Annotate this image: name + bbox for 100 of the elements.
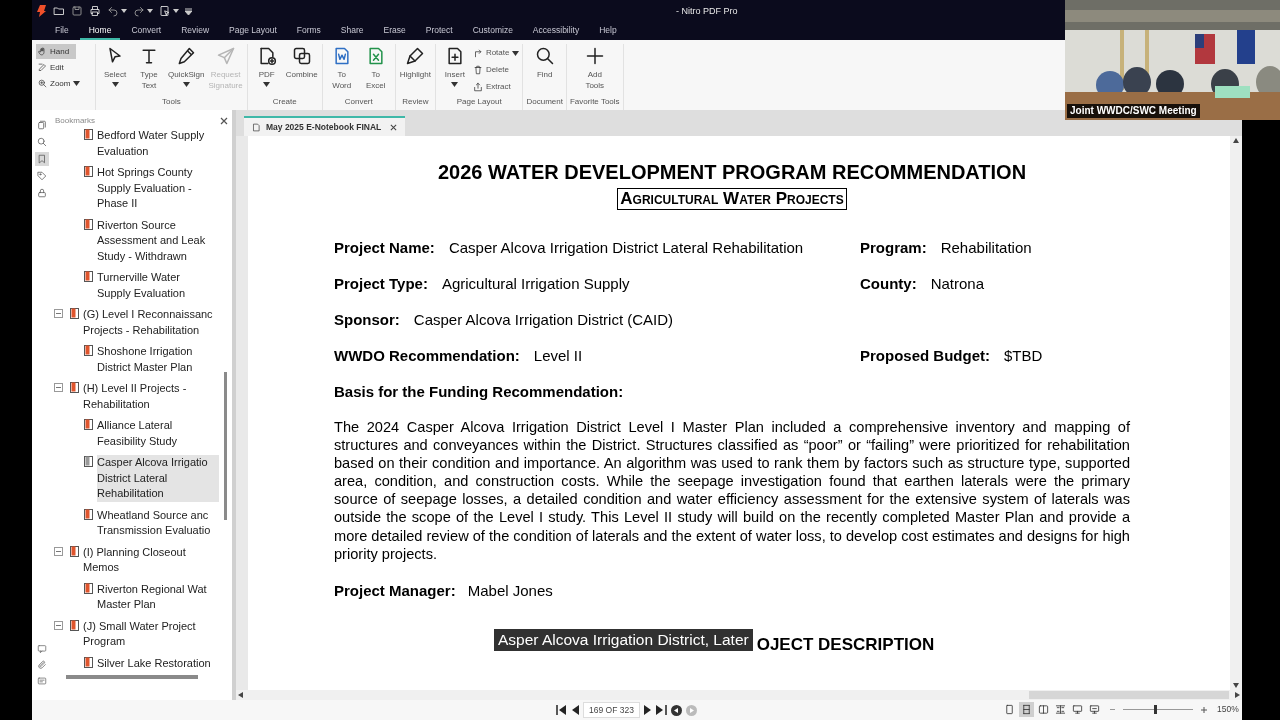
back-icon[interactable] bbox=[670, 704, 682, 716]
menu-tab[interactable]: Accessibility bbox=[523, 22, 589, 40]
side-tab[interactable] bbox=[35, 169, 49, 183]
slider-thumb[interactable] bbox=[1153, 705, 1157, 714]
save-icon[interactable] bbox=[71, 5, 83, 17]
ribbon-button[interactable]: Insert bbox=[438, 44, 471, 96]
side-tab[interactable] bbox=[35, 152, 49, 166]
ribbon-button[interactable]: To Excel bbox=[359, 44, 392, 96]
bookmark-item[interactable]: Wheatland Source anc Transmission Evaluatio bbox=[97, 507, 211, 539]
view-mode-button[interactable] bbox=[1019, 702, 1034, 717]
close-icon[interactable] bbox=[220, 117, 228, 125]
side-tab[interactable] bbox=[35, 135, 49, 149]
document-tab[interactable]: May 2025 E-Notebook FINAL bbox=[244, 116, 406, 136]
collapse-toggle[interactable] bbox=[54, 309, 63, 318]
bookmark-item[interactable]: Silver Lake Restoration bbox=[97, 655, 211, 670]
ribbon-button[interactable]: Highlight bbox=[398, 44, 432, 96]
caret-icon[interactable] bbox=[512, 50, 520, 56]
bookmark-item[interactable]: Turnerville Water Supply Evaluation bbox=[97, 270, 186, 301]
horizontal-scrollbar[interactable] bbox=[1029, 691, 1229, 699]
side-tab[interactable] bbox=[35, 118, 49, 132]
caret-icon[interactable] bbox=[182, 82, 190, 87]
caret-icon[interactable] bbox=[73, 81, 81, 86]
tool-button[interactable]: Extract bbox=[472, 79, 520, 95]
bookmark-item[interactable]: (G) Level I Reconnaissanc Projects - Rehabilitation bbox=[83, 307, 213, 338]
menu-tab[interactable]: Customize bbox=[463, 22, 522, 40]
caret-icon[interactable] bbox=[121, 9, 127, 13]
folder-icon[interactable] bbox=[53, 5, 65, 17]
menu-tab[interactable]: Erase bbox=[374, 22, 415, 40]
caret-icon[interactable] bbox=[451, 82, 459, 87]
next-page-icon[interactable] bbox=[643, 705, 652, 715]
last-page-icon[interactable] bbox=[655, 705, 667, 715]
customize-icon[interactable] bbox=[185, 7, 192, 15]
view-mode-button[interactable] bbox=[1087, 702, 1102, 717]
bookmark-item[interactable]: Bedford Water Supply Evaluation bbox=[97, 128, 205, 159]
tool-button[interactable]: Zoom bbox=[36, 76, 83, 91]
caret-icon[interactable] bbox=[173, 9, 179, 13]
ribbon-button[interactable]: Combine bbox=[284, 44, 319, 96]
bookmark-item[interactable]: Casper Alcova Irrigatio District Lateral Rehabilitation bbox=[97, 455, 219, 502]
plus-icon bbox=[584, 46, 605, 66]
ribbon-button[interactable]: Select bbox=[99, 44, 131, 96]
caret-icon[interactable] bbox=[111, 82, 119, 87]
bookmark-item[interactable]: Shoshone Irrigation District Master Plan bbox=[97, 344, 193, 375]
zoom-in-icon[interactable] bbox=[1201, 706, 1207, 713]
zoom-out-icon[interactable] bbox=[1110, 707, 1115, 712]
menu-tab[interactable]: Page Layout bbox=[220, 22, 286, 40]
tool-button[interactable]: Delete bbox=[472, 62, 520, 78]
page-number-field[interactable]: 169 OF 323 bbox=[583, 702, 640, 718]
first-page-icon[interactable] bbox=[556, 705, 567, 715]
view-mode-button[interactable] bbox=[1070, 702, 1085, 717]
ribbon-button[interactable]: PDF bbox=[250, 44, 283, 96]
print-icon[interactable] bbox=[89, 5, 101, 17]
bookmark-item[interactable]: Riverton Source Assessment and Leak Study - Withdrawn bbox=[97, 217, 206, 264]
ribbon-button[interactable]: Find bbox=[528, 44, 561, 96]
bookmark-item[interactable]: (I) Planning Closeout Memos bbox=[83, 544, 186, 576]
scroll-down-icon[interactable] bbox=[1233, 683, 1239, 688]
bookmark-item[interactable]: (H) Level II Projects - Rehabilitation bbox=[83, 381, 187, 412]
form-icon[interactable] bbox=[37, 676, 47, 686]
menu-tab[interactable]: Forms bbox=[287, 22, 330, 40]
previous-page-icon[interactable] bbox=[571, 705, 579, 715]
collapse-toggle[interactable] bbox=[54, 383, 63, 392]
ribbon-button[interactable]: To Word bbox=[325, 44, 358, 96]
scroll-up-icon[interactable] bbox=[1233, 138, 1239, 143]
tool-button[interactable]: Edit bbox=[36, 60, 66, 75]
collapse-toggle[interactable] bbox=[54, 546, 63, 556]
ribbon-button[interactable]: QuickSign bbox=[167, 44, 206, 96]
redo-icon[interactable] bbox=[133, 5, 145, 17]
undo-icon[interactable] bbox=[107, 5, 119, 17]
scroll-right-icon[interactable] bbox=[1235, 692, 1240, 698]
page-cursor-icon[interactable] bbox=[159, 5, 171, 17]
caret-icon[interactable] bbox=[147, 9, 153, 13]
field-value: Agricultural Irrigation Supply bbox=[441, 274, 630, 294]
group-label: Document bbox=[526, 96, 563, 108]
bookmark-item[interactable]: Riverton Regional Wat Master Plan bbox=[97, 581, 207, 613]
menu-tab[interactable]: Help bbox=[590, 22, 626, 40]
bookmark-icon bbox=[70, 308, 79, 319]
ribbon-button[interactable]: Add Tools bbox=[578, 44, 611, 96]
bookmark-item[interactable]: (J) Small Water Project Program bbox=[83, 618, 196, 650]
paperclip-icon[interactable] bbox=[37, 660, 47, 670]
bookmark-item[interactable]: Alliance Lateral Feasibility Study bbox=[97, 418, 178, 449]
horizontal-scrollbar[interactable] bbox=[66, 675, 198, 679]
collapse-toggle[interactable] bbox=[54, 620, 63, 630]
field-value: Level II bbox=[533, 346, 583, 366]
ribbon-button[interactable]: Type Text bbox=[133, 44, 165, 96]
bookmark-item[interactable]: Hot Springs County Supply Evaluation - Phase II bbox=[97, 165, 193, 212]
menu-tab[interactable]: File bbox=[46, 22, 78, 40]
tool-button[interactable]: Hand bbox=[36, 44, 76, 59]
menu-tab[interactable]: Review bbox=[172, 22, 219, 40]
close-icon[interactable] bbox=[390, 123, 398, 131]
pages-icon bbox=[37, 120, 47, 130]
scroll-left-icon[interactable] bbox=[238, 692, 243, 698]
view-mode-button[interactable] bbox=[1036, 702, 1051, 717]
vertical-scrollbar[interactable] bbox=[224, 372, 227, 520]
comment-icon[interactable] bbox=[37, 644, 47, 654]
menu-tab[interactable]: Convert bbox=[122, 22, 171, 40]
side-tab[interactable] bbox=[35, 186, 49, 200]
menu-tab[interactable]: Share bbox=[331, 22, 373, 40]
menu-tab[interactable]: Protect bbox=[416, 22, 462, 40]
view-mode-button[interactable] bbox=[1053, 702, 1068, 717]
tool-button[interactable]: Rotate bbox=[472, 45, 520, 61]
caret-icon[interactable] bbox=[263, 82, 271, 87]
